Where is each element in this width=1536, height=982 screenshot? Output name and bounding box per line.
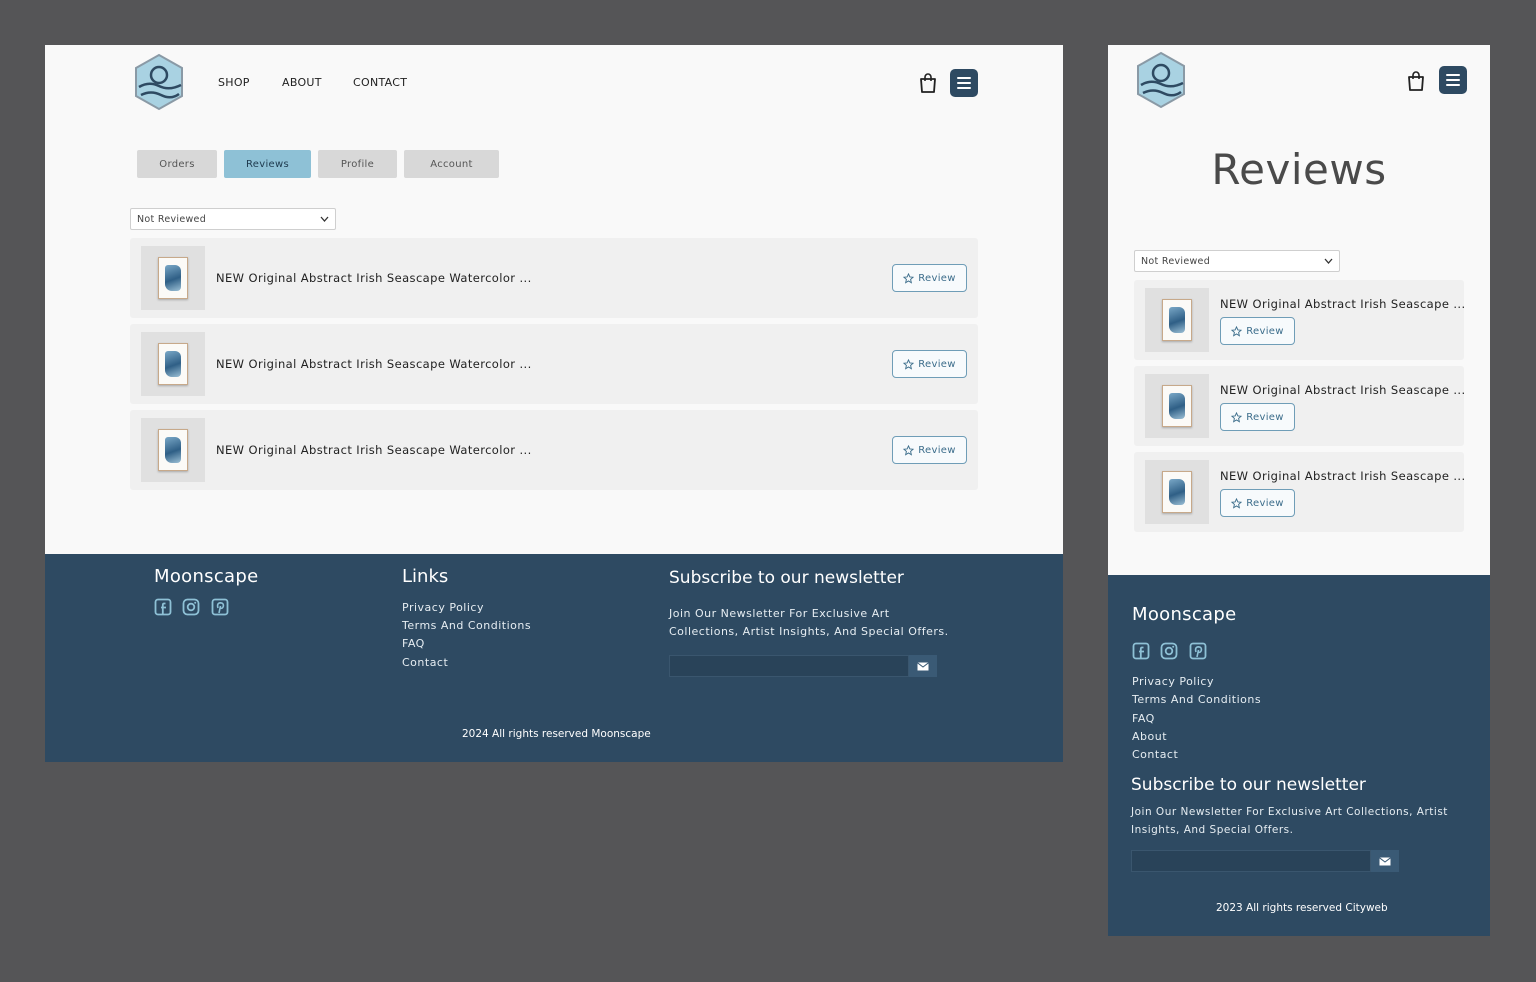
review-item: NEW Original Abstract Irish Seascape ...… bbox=[1134, 366, 1466, 446]
moonscape-logo[interactable] bbox=[133, 53, 185, 111]
review-button[interactable]: Review bbox=[1220, 317, 1295, 345]
review-filter-select[interactable]: Not Reviewed bbox=[130, 208, 336, 230]
review-button[interactable]: Review bbox=[892, 264, 967, 292]
review-item: NEW Original Abstract Irish Seascape Wat… bbox=[130, 238, 978, 318]
star-icon bbox=[1231, 497, 1243, 509]
product-title[interactable]: NEW Original Abstract Irish Seascape ... bbox=[1220, 469, 1466, 483]
footer-link-faq[interactable]: FAQ bbox=[1132, 712, 1155, 725]
product-thumbnail[interactable] bbox=[141, 246, 205, 310]
review-button[interactable]: Review bbox=[1220, 403, 1295, 431]
product-thumbnail[interactable] bbox=[1145, 374, 1209, 438]
tab-account[interactable]: Account bbox=[404, 150, 499, 178]
newsletter-heading: Subscribe to our newsletter bbox=[1131, 775, 1366, 795]
footer-link-contact[interactable]: Contact bbox=[402, 656, 448, 669]
newsletter-line-1: Join Our Newsletter For Exclusive Art bbox=[669, 607, 890, 620]
review-button-label: Review bbox=[1246, 497, 1284, 509]
footer-link-faq[interactable]: FAQ bbox=[402, 637, 425, 650]
product-title[interactable]: NEW Original Abstract Irish Seascape Wat… bbox=[216, 443, 532, 457]
shopping-bag-icon[interactable] bbox=[1406, 70, 1426, 92]
review-filter-select[interactable]: Not Reviewed bbox=[1134, 250, 1340, 272]
star-icon bbox=[1231, 411, 1243, 423]
product-title[interactable]: NEW Original Abstract Irish Seascape ... bbox=[1220, 383, 1466, 397]
facebook-icon[interactable] bbox=[154, 598, 172, 616]
product-thumbnail[interactable] bbox=[1145, 288, 1209, 352]
shopping-bag-icon[interactable] bbox=[918, 72, 938, 94]
moonscape-logo[interactable] bbox=[1135, 51, 1187, 109]
footer-link-about[interactable]: About bbox=[1132, 730, 1167, 743]
envelope-icon bbox=[917, 661, 929, 670]
mobile-frame: Reviews Not Reviewed NEW Original Abstra… bbox=[1108, 45, 1490, 936]
review-button-label: Review bbox=[918, 272, 956, 284]
facebook-icon[interactable] bbox=[1132, 642, 1150, 660]
newsletter-line-2: Collections, Artist Insights, And Specia… bbox=[669, 625, 949, 638]
newsletter-line-1: Join Our Newsletter For Exclusive Art Co… bbox=[1131, 806, 1448, 818]
review-button-label: Review bbox=[918, 444, 956, 456]
review-button-label: Review bbox=[1246, 411, 1284, 423]
newsletter-submit-button[interactable] bbox=[909, 655, 937, 677]
newsletter-submit-button[interactable] bbox=[1371, 850, 1399, 872]
product-title[interactable]: NEW Original Abstract Irish Seascape ... bbox=[1220, 297, 1466, 311]
copyright: 2023 All rights reserved Cityweb bbox=[1216, 902, 1388, 914]
footer-link-terms[interactable]: Terms And Conditions bbox=[1132, 693, 1261, 706]
tab-orders[interactable]: Orders bbox=[137, 150, 217, 178]
product-title[interactable]: NEW Original Abstract Irish Seascape Wat… bbox=[216, 271, 532, 285]
review-button-label: Review bbox=[918, 358, 956, 370]
instagram-icon[interactable] bbox=[1160, 642, 1178, 660]
newsletter-email-input[interactable] bbox=[1131, 850, 1371, 872]
newsletter-heading: Subscribe to our newsletter bbox=[669, 568, 904, 588]
star-icon bbox=[903, 358, 915, 370]
menu-icon[interactable] bbox=[950, 69, 978, 97]
tab-profile[interactable]: Profile bbox=[318, 150, 397, 178]
tab-reviews[interactable]: Reviews bbox=[224, 150, 311, 178]
footer-links-heading: Links bbox=[402, 566, 449, 587]
review-button-label: Review bbox=[1246, 325, 1284, 337]
nav-shop[interactable]: SHOP bbox=[218, 76, 250, 89]
footer-link-contact[interactable]: Contact bbox=[1132, 748, 1178, 761]
product-thumbnail[interactable] bbox=[141, 418, 205, 482]
footer-brand: Moonscape bbox=[154, 566, 259, 587]
product-title[interactable]: NEW Original Abstract Irish Seascape Wat… bbox=[216, 357, 532, 371]
footer-brand: Moonscape bbox=[1132, 604, 1237, 625]
chevron-down-icon bbox=[320, 216, 329, 222]
footer-link-privacy[interactable]: Privacy Policy bbox=[402, 601, 484, 614]
filter-value: Not Reviewed bbox=[1141, 256, 1211, 267]
filter-value: Not Reviewed bbox=[137, 214, 207, 225]
desktop-frame: SHOP ABOUT CONTACT Orders Reviews Profil… bbox=[45, 45, 1063, 762]
review-button[interactable]: Review bbox=[1220, 489, 1295, 517]
site-footer: Moonscape Links Privacy Policy Terms And… bbox=[45, 554, 1063, 762]
copyright: 2024 All rights reserved Moonscape bbox=[462, 728, 651, 740]
nav-about[interactable]: ABOUT bbox=[282, 76, 322, 89]
chevron-down-icon bbox=[1324, 258, 1333, 264]
product-thumbnail[interactable] bbox=[141, 332, 205, 396]
site-footer: Moonscape Privacy Policy Terms And Condi… bbox=[1108, 575, 1490, 936]
review-item: NEW Original Abstract Irish Seascape ...… bbox=[1134, 280, 1466, 360]
review-item: NEW Original Abstract Irish Seascape Wat… bbox=[130, 410, 978, 490]
menu-icon[interactable] bbox=[1439, 66, 1467, 94]
footer-link-terms[interactable]: Terms And Conditions bbox=[402, 619, 531, 632]
review-button[interactable]: Review bbox=[892, 436, 967, 464]
pinterest-icon[interactable] bbox=[1189, 642, 1207, 660]
review-item: NEW Original Abstract Irish Seascape Wat… bbox=[130, 324, 978, 404]
review-item: NEW Original Abstract Irish Seascape ...… bbox=[1134, 452, 1466, 532]
star-icon bbox=[903, 444, 915, 456]
star-icon bbox=[903, 272, 915, 284]
instagram-icon[interactable] bbox=[182, 598, 200, 616]
star-icon bbox=[1231, 325, 1243, 337]
newsletter-email-input[interactable] bbox=[669, 655, 909, 677]
pinterest-icon[interactable] bbox=[211, 598, 229, 616]
newsletter-line-2: Insights, And Special Offers. bbox=[1131, 824, 1294, 836]
envelope-icon bbox=[1379, 856, 1391, 865]
nav-contact[interactable]: CONTACT bbox=[353, 76, 407, 89]
product-thumbnail[interactable] bbox=[1145, 460, 1209, 524]
footer-link-privacy[interactable]: Privacy Policy bbox=[1132, 675, 1214, 688]
review-button[interactable]: Review bbox=[892, 350, 967, 378]
page-title: Reviews bbox=[1211, 145, 1387, 194]
